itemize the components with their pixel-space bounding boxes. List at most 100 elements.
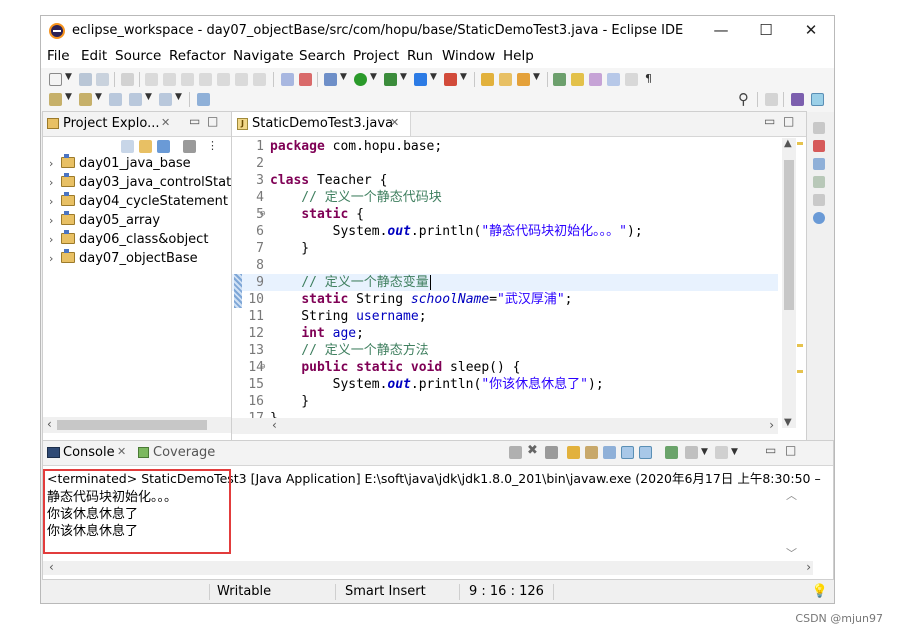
forward-dropdown-icon[interactable]: ▼ (175, 92, 182, 102)
link-editor-icon[interactable] (139, 140, 152, 153)
editor-tab[interactable]: J StaticDemoTest3.java ✕ (232, 112, 411, 136)
fold-icon[interactable]: ⊖ (260, 206, 265, 223)
step-return-icon[interactable] (253, 73, 266, 86)
external-run-dropdown-icon[interactable]: ▼ (430, 72, 437, 82)
warning-marker-icon[interactable] (797, 142, 803, 145)
console-tab[interactable]: Console (63, 445, 115, 460)
suspend-icon[interactable] (163, 73, 176, 86)
breakpoints-icon[interactable] (813, 194, 825, 206)
remove-launch-icon[interactable]: ✖ (527, 443, 538, 458)
menu-navigate[interactable]: Navigate (233, 48, 294, 64)
show-stderr-icon[interactable] (639, 446, 652, 459)
open-perspective-icon[interactable] (765, 93, 778, 106)
block-selection-icon[interactable] (607, 73, 620, 86)
forward-icon[interactable] (159, 93, 172, 106)
scroll-down-icon[interactable]: ﹀ (786, 545, 797, 561)
lightbulb-icon[interactable]: 💡 (812, 584, 828, 599)
pin-console-icon[interactable] (665, 446, 678, 459)
menu-search[interactable]: Search (299, 48, 345, 64)
external-tools-icon[interactable] (299, 73, 312, 86)
tree-item[interactable]: › day05_array (49, 211, 160, 231)
search-tool-icon[interactable] (517, 73, 530, 86)
search-icon[interactable]: ⚲ (738, 90, 749, 108)
code-editor[interactable]: 1 package com.hopu.base; 2 3 class Teacher… (232, 138, 778, 438)
menu-window[interactable]: Window (442, 48, 495, 64)
open-console-dropdown-icon[interactable]: ▼ (731, 447, 738, 457)
menu-file[interactable]: File (47, 48, 70, 64)
editor-vscrollbar[interactable]: ▲ ▼ (782, 138, 796, 428)
run-dropdown-icon[interactable]: ▼ (370, 72, 377, 82)
minimize-view-icon[interactable]: ▭ (189, 114, 200, 128)
tree-item[interactable]: › day06_class&object (49, 230, 208, 250)
scrollbar-thumb[interactable] (784, 160, 794, 310)
clear-console-icon[interactable] (567, 446, 580, 459)
scroll-right-icon[interactable]: › (806, 560, 811, 574)
close-icon[interactable]: ✕ (117, 445, 126, 458)
external-run-icon[interactable] (414, 73, 427, 86)
menu-run[interactable]: Run (407, 48, 433, 64)
coverage-tab[interactable]: Coverage (153, 445, 215, 460)
new-icon[interactable] (49, 73, 62, 86)
collapse-all-icon[interactable] (121, 140, 134, 153)
tree-item[interactable]: › day07_objectBase (49, 249, 198, 269)
prev-annotation-icon[interactable] (79, 93, 92, 106)
editor-hscrollbar[interactable]: ‹ › (232, 418, 778, 434)
console-hscrollbar[interactable]: ‹ › (43, 560, 813, 575)
minimize-view-icon[interactable]: ▭ (764, 114, 775, 128)
save-icon[interactable] (79, 73, 92, 86)
pilcrow-icon[interactable]: ¶ (645, 72, 652, 85)
menu-project[interactable]: Project (353, 48, 399, 64)
scroll-left-icon[interactable]: ‹ (49, 560, 54, 574)
close-icon[interactable]: ✕ (161, 116, 170, 129)
maximize-editor-icon[interactable] (197, 93, 210, 106)
overview-marker[interactable] (797, 370, 803, 373)
chevron-right-icon[interactable]: › (49, 195, 61, 208)
view-menu-icon[interactable]: ⋮ (207, 139, 218, 152)
javadoc-icon[interactable] (813, 158, 825, 170)
debug-icon[interactable] (324, 73, 337, 86)
scroll-lock-icon[interactable] (585, 446, 598, 459)
new-java-class-icon[interactable] (444, 73, 457, 86)
new-dropdown-icon[interactable]: ▼ (65, 72, 72, 82)
step-into-icon[interactable] (217, 73, 230, 86)
coverage-icon[interactable] (384, 73, 397, 86)
display-console-icon[interactable] (685, 446, 698, 459)
close-icon[interactable]: ✕ (390, 116, 399, 129)
tree-item[interactable]: › day03_java_controlState (49, 173, 239, 193)
java-perspective-icon[interactable] (791, 93, 804, 106)
chevron-right-icon[interactable]: › (49, 252, 61, 265)
display-dropdown-icon[interactable]: ▼ (701, 447, 708, 457)
show-whitespace-icon[interactable] (625, 73, 638, 86)
scroll-left-icon[interactable]: ‹ (272, 418, 277, 432)
chevron-right-icon[interactable]: › (49, 157, 61, 170)
tree-item[interactable]: › day01_java_base (49, 154, 191, 174)
next-annotation-dropdown-icon[interactable]: ▼ (65, 92, 72, 102)
new-java-dropdown-icon[interactable]: ▼ (460, 72, 467, 82)
scroll-right-icon[interactable]: › (769, 418, 774, 432)
back-icon[interactable] (129, 93, 142, 106)
debug-dropdown-icon[interactable]: ▼ (340, 72, 347, 82)
next-annotation-icon[interactable] (49, 93, 62, 106)
scrollbar-thumb[interactable] (57, 420, 207, 430)
chevron-right-icon[interactable]: › (49, 233, 61, 246)
search-dropdown-icon[interactable]: ▼ (533, 72, 540, 82)
maximize-view-icon[interactable]: □ (207, 114, 218, 128)
terminate-icon[interactable] (509, 446, 522, 459)
step-over-icon[interactable] (235, 73, 248, 86)
expressions-icon[interactable] (813, 212, 825, 224)
project-explorer-tab[interactable]: Project Explo... (63, 116, 160, 131)
scroll-left-icon[interactable]: ‹ (47, 417, 52, 431)
overview-marker[interactable] (797, 344, 803, 347)
problems-icon[interactable] (813, 140, 825, 152)
show-stdout-icon[interactable] (621, 446, 634, 459)
menu-help[interactable]: Help (503, 48, 534, 64)
prev-annotation-dropdown-icon[interactable]: ▼ (95, 92, 102, 102)
menu-edit[interactable]: Edit (81, 48, 107, 64)
remove-all-icon[interactable] (545, 446, 558, 459)
scroll-down-icon[interactable]: ▼ (784, 417, 792, 428)
fold-icon[interactable]: ⊖ (260, 359, 265, 376)
menu-source[interactable]: Source (115, 48, 161, 64)
maximize-button[interactable]: ☐ (746, 21, 786, 39)
coverage-dropdown-icon[interactable]: ▼ (400, 72, 407, 82)
highlight-icon[interactable] (571, 73, 584, 86)
